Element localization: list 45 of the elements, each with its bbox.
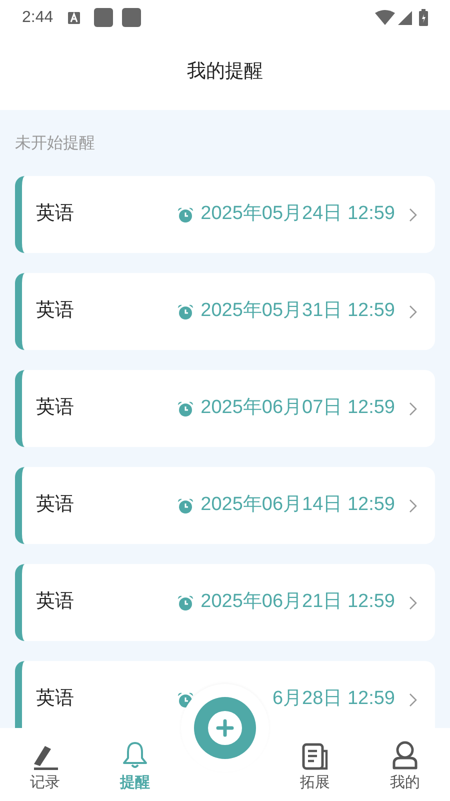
reminder-datetime: 2025年06月14日 12:59 (200, 493, 395, 518)
page-title: 我的提醒 (187, 60, 263, 84)
reminder-card[interactable]: 英语 2025年06月07日 12:59 (15, 370, 435, 447)
reminder-card[interactable]: 英语 2025年06月21日 12:59 (15, 564, 435, 641)
chevron-right-icon (409, 402, 417, 416)
battery-icon (419, 9, 428, 26)
tab[interactable]: 记录 (0, 728, 90, 801)
reminder-datetime: 2025年06月21日 12:59 (200, 590, 395, 614)
reminder-datetime: 2025年06月07日 12:59 (200, 396, 395, 420)
chevron-right-icon (409, 498, 417, 512)
chevron-right-icon (409, 304, 417, 318)
status-time: 2:44 (22, 8, 54, 28)
wifi-icon (375, 10, 395, 25)
document-icon (302, 743, 328, 770)
alarm-clock-icon (177, 498, 194, 514)
plus-icon (208, 711, 242, 745)
notification-icon (94, 8, 114, 27)
chevron-right-icon (409, 596, 417, 610)
bell-icon (122, 741, 148, 770)
subject-label: 英语 (36, 493, 74, 518)
chevron-right-icon (409, 692, 417, 706)
alarm-clock-icon (177, 400, 194, 416)
user-icon (392, 741, 418, 770)
notification-icon (68, 12, 80, 24)
reminder-card[interactable]: 英语 2025年05月31日 12:59 (15, 273, 435, 350)
subject-label: 英语 (36, 396, 74, 420)
alarm-clock-icon (177, 594, 194, 610)
subject-label: 英语 (36, 687, 74, 712)
tab[interactable]: 我的 (360, 728, 450, 801)
subject-label: 英语 (36, 590, 74, 614)
reminder-datetime: 2025年05月31日 12:59 (200, 299, 395, 324)
reminder-card[interactable]: 英语 2025年05月24日 12:59 (15, 176, 435, 253)
reminder-datetime: 6月28日 12:59 (272, 687, 395, 712)
subject-label: 英语 (36, 202, 74, 226)
alarm-clock-icon (177, 206, 194, 222)
reminder-card[interactable]: 英语 2025年06月14日 12:59 (15, 467, 435, 544)
notification-icon (122, 8, 142, 27)
alarm-clock-icon (177, 304, 194, 320)
subject-label: 英语 (36, 299, 74, 324)
tab[interactable]: 拓展 (270, 728, 360, 801)
signal-icon (398, 10, 412, 24)
reminder-card[interactable]: 英语 6月28日 12:59 (15, 661, 435, 728)
reminder-datetime: 2025年05月24日 12:59 (200, 202, 395, 226)
section-title: 未开始提醒 (15, 134, 96, 154)
chevron-right-icon (409, 208, 417, 222)
